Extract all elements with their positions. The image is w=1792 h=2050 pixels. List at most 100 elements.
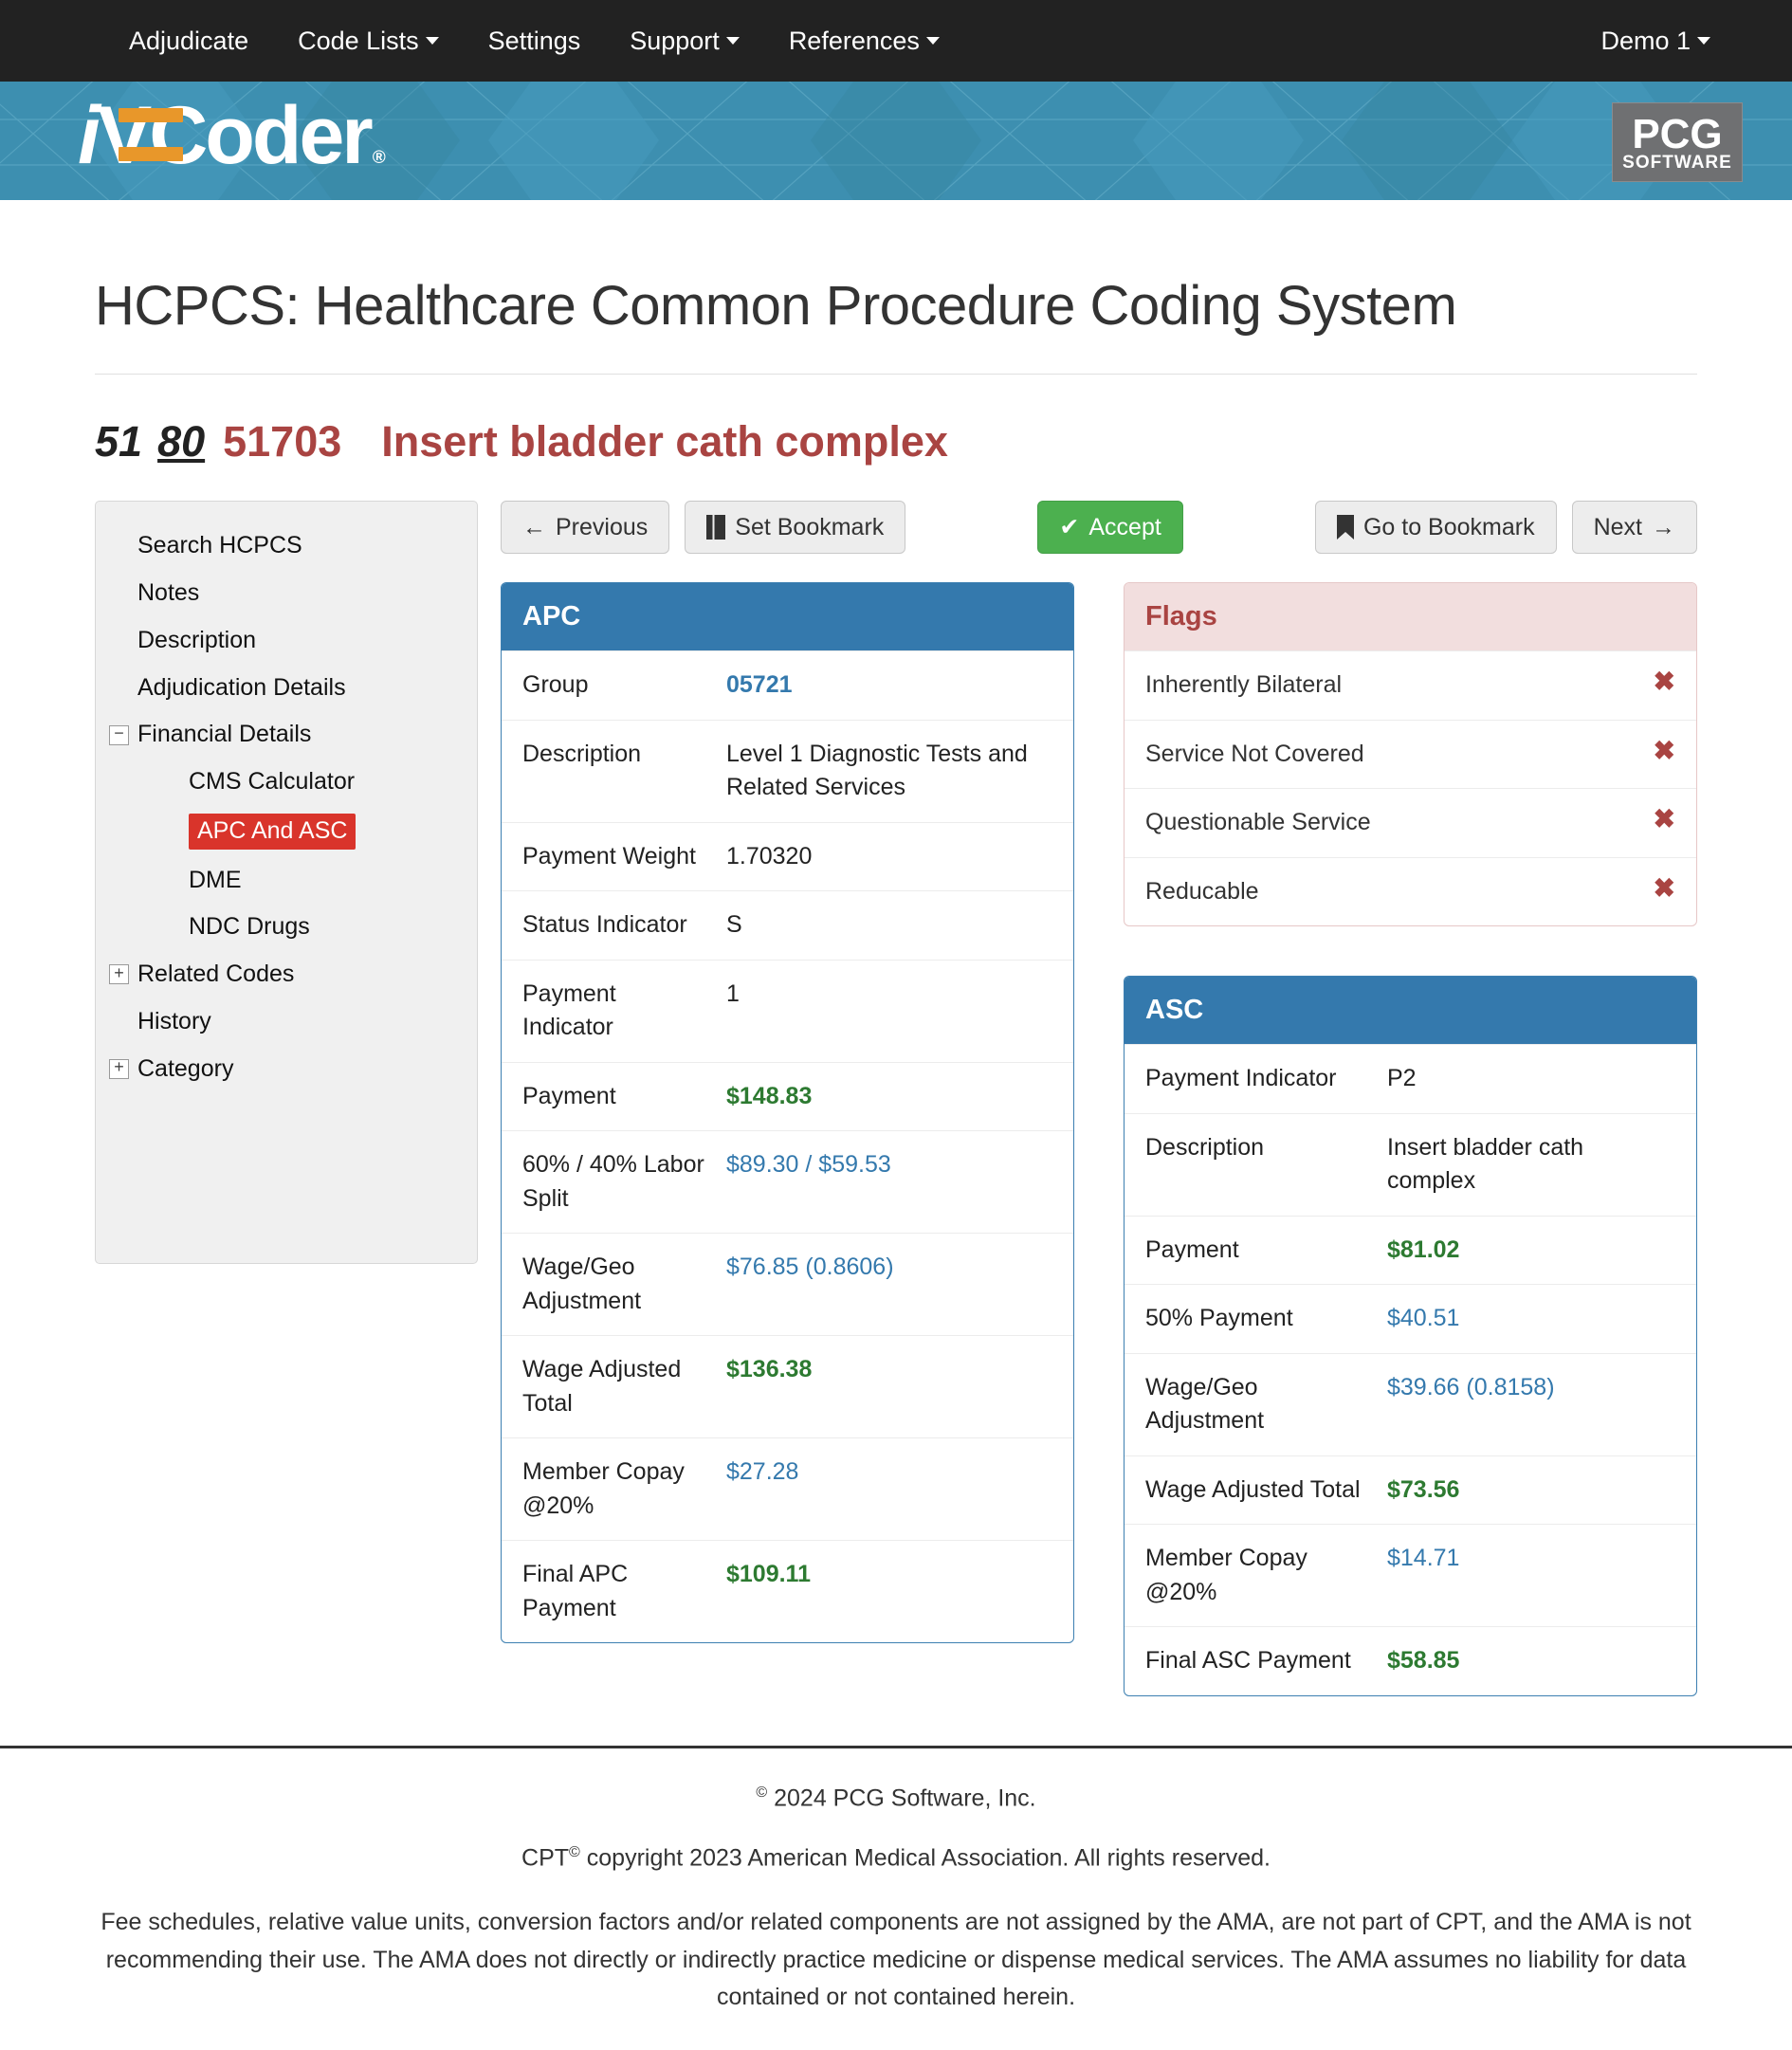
- nav-item-references[interactable]: References: [764, 0, 964, 82]
- row-label: Final ASC Payment: [1145, 1647, 1351, 1675]
- table-row: Questionable Service ✖: [1125, 788, 1696, 857]
- sidebar-item-history[interactable]: History: [96, 998, 477, 1046]
- sidebar-item-label: DME: [189, 866, 242, 893]
- hcpcs-code: 51703: [223, 417, 342, 467]
- previous-button-label: Previous: [556, 513, 649, 540]
- ama-disclaimer: Fee schedules, relative value units, con…: [101, 1909, 1691, 2011]
- go-to-bookmark-button[interactable]: Go to Bookmark: [1314, 501, 1557, 555]
- logo-bar-bottom: [118, 147, 183, 161]
- row-value: $14.71: [1387, 1545, 1460, 1572]
- arrow-left-icon: ←: [522, 513, 546, 540]
- table-row: Inherently Bilateral ✖: [1125, 650, 1696, 720]
- row-value: $76.85 (0.8606): [726, 1254, 894, 1281]
- set-bookmark-button[interactable]: Set Bookmark: [685, 501, 906, 555]
- row-value: $136.38: [726, 1356, 813, 1383]
- row-value: $148.83: [726, 1082, 813, 1109]
- table-row: Description Level 1 Diagnostic Tests and…: [502, 719, 1073, 822]
- accept-button-label: Accept: [1088, 513, 1161, 540]
- row-value: $58.85: [1387, 1647, 1460, 1675]
- previous-button[interactable]: ← Previous: [501, 501, 670, 555]
- apc-column: APC Group 05721 Description Level 1 Diag…: [501, 582, 1074, 1693]
- table-row: Wage Adjusted Total $136.38: [502, 1335, 1073, 1437]
- bookmark-icon: [706, 515, 726, 540]
- page-title: HCPCS: Healthcare Common Procedure Codin…: [95, 275, 1457, 337]
- chevron-down-icon: [725, 37, 740, 45]
- sidebar-item-related-codes[interactable]: + Related Codes: [96, 951, 477, 998]
- page-footer: © 2024 PCG Software, Inc. CPT© copyright…: [0, 1748, 1792, 2017]
- row-value: $81.02: [1387, 1235, 1460, 1263]
- user-label: Demo 1: [1600, 27, 1691, 55]
- table-row: Final ASC Payment $58.85: [1125, 1626, 1696, 1695]
- row-label: Member Copay @20%: [1145, 1545, 1307, 1605]
- sidebar-item-search-hcpcs[interactable]: Search HCPCS: [96, 522, 477, 570]
- nav-item-adjudicate[interactable]: Adjudicate: [104, 0, 273, 82]
- sidebar-item-label: Description: [137, 626, 257, 653]
- ivecoder-logo[interactable]: iV Coder ®: [78, 95, 386, 176]
- row-label: 60% / 40% Labor Split: [522, 1151, 704, 1212]
- page-container: HCPCS: Healthcare Common Procedure Codin…: [0, 274, 1792, 1746]
- nav-user-menu[interactable]: Demo 1: [1576, 0, 1735, 82]
- sidebar-item-financial-details[interactable]: − Financial Details: [96, 711, 477, 759]
- row-value[interactable]: 05721: [726, 668, 1052, 703]
- row-value: 1.70320: [726, 842, 813, 869]
- top-navbar: Adjudicate Code Lists Settings Support R…: [0, 0, 1792, 82]
- table-row: Payment Weight 1.70320: [502, 821, 1073, 891]
- row-label: Status Indicator: [522, 911, 687, 939]
- table-row: Description Insert bladder cath complex: [1125, 1112, 1696, 1216]
- row-value: $40.51: [1387, 1305, 1460, 1332]
- table-row: Wage Adjusted Total $73.56: [1125, 1455, 1696, 1525]
- chevron-down-icon: [1697, 37, 1710, 45]
- cross-icon: ✖: [1653, 667, 1675, 697]
- row-label: 50% Payment: [1145, 1305, 1293, 1332]
- pcg-logo-bottom: SOFTWARE: [1622, 153, 1732, 174]
- sidebar-item-label: Financial Details: [137, 721, 312, 748]
- sidebar-item-cms-calculator[interactable]: CMS Calculator: [96, 759, 477, 806]
- panels-row: APC Group 05721 Description Level 1 Diag…: [501, 582, 1697, 1746]
- nav-label: Support: [630, 27, 720, 55]
- expand-plus-icon[interactable]: +: [109, 1058, 129, 1079]
- row-value: Level 1 Diagnostic Tests and Related Ser…: [726, 740, 1028, 801]
- row-label: Payment Indicator: [1145, 1065, 1337, 1092]
- table-row: Payment Indicator P2: [1125, 1044, 1696, 1113]
- sidebar-item-category[interactable]: + Category: [96, 1046, 477, 1093]
- set-bookmark-button-label: Set Bookmark: [735, 513, 885, 540]
- apc-panel-title: APC: [502, 583, 1073, 651]
- next-button[interactable]: Next →: [1571, 501, 1697, 555]
- row-value: $27.28: [726, 1458, 799, 1486]
- row-value: S: [726, 911, 742, 939]
- next-button-label: Next: [1593, 513, 1642, 540]
- row-label: Description: [1145, 1133, 1265, 1161]
- cross-icon: ✖: [1653, 872, 1675, 903]
- registered-trademark-icon: ®: [372, 148, 386, 168]
- flag-label: Service Not Covered: [1145, 740, 1364, 767]
- table-row: Wage/Geo Adjustment $39.66 (0.8158): [1125, 1352, 1696, 1455]
- sidebar-item-label: APC And ASC: [189, 813, 357, 850]
- flags-asc-column: Flags Inherently Bilateral ✖ Service Not…: [1124, 582, 1697, 1746]
- nav-item-user[interactable]: Demo 1: [1576, 0, 1735, 82]
- modifier-1: 51: [95, 417, 143, 467]
- sidebar-item-ndc-drugs[interactable]: NDC Drugs: [96, 904, 477, 951]
- nav-label: Settings: [487, 27, 581, 55]
- sidebar-item-dme[interactable]: DME: [96, 857, 477, 905]
- collapse-minus-icon[interactable]: −: [109, 724, 129, 745]
- title-divider: [95, 374, 1697, 375]
- nav-item-code-lists[interactable]: Code Lists: [273, 0, 464, 82]
- table-row: Payment $148.83: [502, 1061, 1073, 1131]
- row-label: Payment Indicator: [522, 979, 616, 1041]
- sidebar-item-description[interactable]: Description: [96, 617, 477, 665]
- check-icon: ✔: [1059, 513, 1080, 540]
- accept-button[interactable]: ✔ Accept: [1037, 501, 1183, 555]
- pcg-software-logo[interactable]: PCG SOFTWARE: [1612, 102, 1743, 182]
- expand-plus-icon[interactable]: +: [109, 964, 129, 985]
- table-row: Service Not Covered ✖: [1125, 719, 1696, 789]
- row-value: Insert bladder cath complex: [1387, 1133, 1584, 1195]
- cpt-copyright-line: CPT© copyright 2023 American Medical Ass…: [85, 1844, 1707, 1872]
- nav-item-support[interactable]: Support: [605, 0, 764, 82]
- sidebar-item-apc-and-asc[interactable]: APC And ASC: [96, 806, 477, 857]
- sidebar-item-adjudication-details[interactable]: Adjudication Details: [96, 665, 477, 712]
- table-row: 50% Payment $40.51: [1125, 1284, 1696, 1353]
- arrow-right-icon: →: [1652, 513, 1675, 540]
- nav-label: Code Lists: [298, 27, 419, 55]
- nav-item-settings[interactable]: Settings: [464, 0, 606, 82]
- sidebar-item-notes[interactable]: Notes: [96, 570, 477, 617]
